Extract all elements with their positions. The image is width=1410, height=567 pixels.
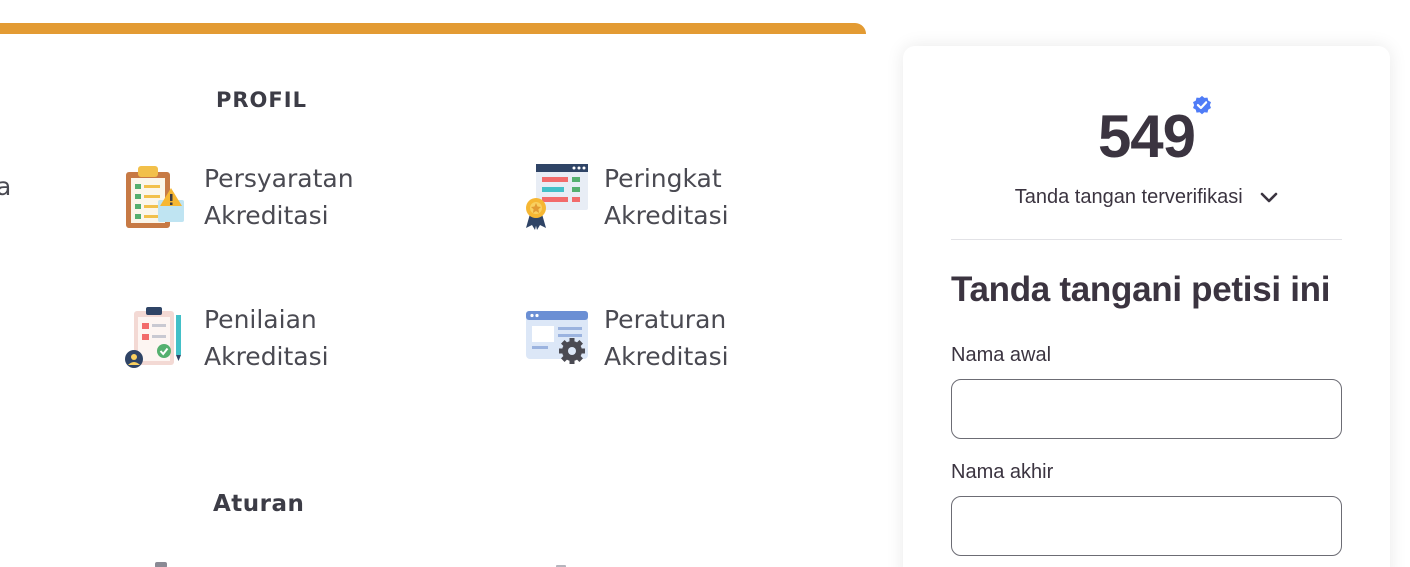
verified-signatures-label: Tanda tangan terverifikasi [1014,186,1243,208]
item-label-line2: Akreditasi [604,342,729,371]
menu-item-persyaratan-akreditasi[interactable]: Persyaratan Akreditasi [122,160,384,234]
clipboard-requirements-icon [126,166,184,228]
item-label-line2: Akreditasi [604,201,729,230]
accent-bar [0,23,866,34]
partial-icon [155,562,167,567]
verified-badge-icon [1193,95,1211,115]
chevron-down-icon [1260,192,1278,203]
item-label-line2: Akreditasi [204,201,329,230]
menu-item-peringkat-akreditasi[interactable]: Peringkat Akreditasi [522,160,784,234]
ranking-award-icon [526,164,588,230]
assessment-checklist-icon [125,307,181,368]
signature-count: 549 [1097,103,1196,170]
item-label-line1: Persyaratan [204,164,354,193]
rules-heading: Aturan [213,491,305,517]
first-name-input[interactable] [951,379,1342,439]
menu-item-penilaian-akreditasi[interactable]: Penilaian Akreditasi [122,301,384,375]
first-name-label: Nama awal [951,344,1052,366]
cut-off-text: a [0,172,12,201]
accreditation-panel: a PROFIL Persyaratan Akreditasi Peringka… [0,0,870,567]
last-name-label: Nama akhir [951,461,1054,483]
menu-item-peraturan-akreditasi[interactable]: Peraturan Akreditasi [522,301,784,375]
verified-signatures-toggle[interactable]: Tanda tangan terverifikasi [903,186,1390,209]
profile-heading: PROFIL [216,88,307,112]
partial-icon [556,565,566,567]
regulation-settings-icon [526,311,588,364]
divider [951,239,1342,240]
item-label-line1: Penilaian [204,305,317,334]
last-name-input[interactable] [951,496,1342,556]
petition-sign-card: 549 Tanda tangan terverifikasi Tanda tan… [903,46,1390,567]
item-label-line2: Akreditasi [204,342,329,371]
item-label-line1: Peraturan [604,305,727,334]
form-title: Tanda tangani petisi ini [951,270,1331,309]
item-label-line1: Peringkat [604,164,722,193]
